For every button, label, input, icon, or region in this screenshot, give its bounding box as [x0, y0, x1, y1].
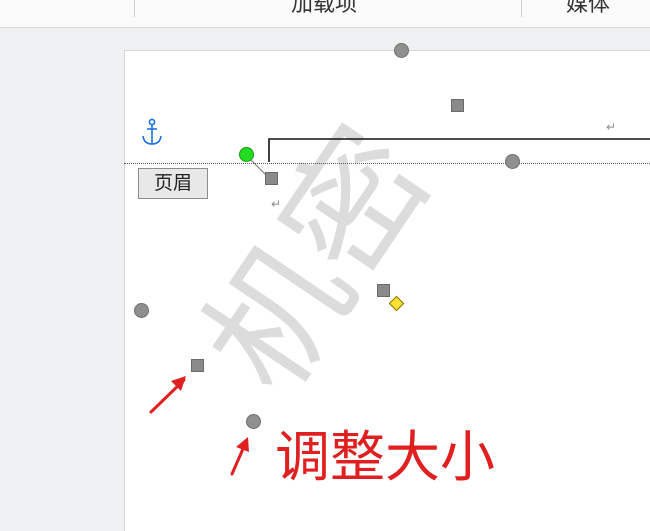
- resize-handle[interactable]: [377, 284, 390, 297]
- annotation-text: 调整大小: [275, 425, 496, 489]
- resize-handle[interactable]: [191, 359, 204, 372]
- rotation-handle[interactable]: [239, 147, 254, 162]
- resize-handle[interactable]: [246, 414, 261, 429]
- red-arrow-icon: [149, 376, 186, 414]
- selected-shape-outline: [268, 138, 650, 162]
- resize-handle[interactable]: [265, 172, 278, 185]
- red-arrow-icon: [230, 437, 249, 476]
- resize-handle[interactable]: [505, 154, 520, 169]
- resize-handle[interactable]: [451, 99, 464, 112]
- resize-handle[interactable]: [134, 303, 149, 318]
- resize-handle[interactable]: [394, 43, 409, 58]
